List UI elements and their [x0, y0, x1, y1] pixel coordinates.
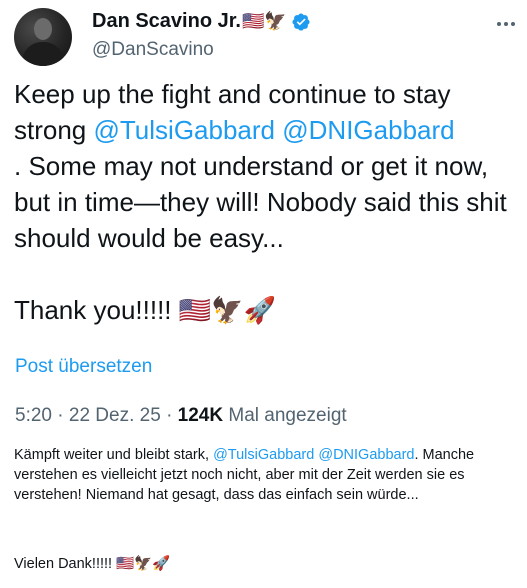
tweet-meta: 5:20 · 22 Dez. 25 · 124K Mal angezeigt — [15, 405, 347, 427]
views-label: Mal angezeigt — [228, 405, 347, 426]
translation-text-part: Kämpft weiter und bleibt stark, — [14, 447, 214, 463]
mention-link[interactable]: @TulsiGabbard — [94, 115, 276, 145]
translate-post-link[interactable]: Post übersetzen — [15, 356, 152, 378]
display-name[interactable]: Dan Scavino Jr. — [92, 10, 241, 33]
tweet-text-part: . Some may not understand or get it now,… — [14, 151, 507, 325]
verified-badge-icon — [292, 12, 310, 31]
tweet-header: Dan Scavino Jr. 🇺🇸🦅 @DanScavino — [14, 6, 519, 66]
translation-thanks: Vielen Dank!!!!! 🇺🇸🦅🚀 — [14, 556, 171, 572]
more-options-icon[interactable] — [495, 14, 517, 34]
name-emojis: 🇺🇸🦅 — [241, 11, 287, 31]
post-date[interactable]: 22 Dez. 25 — [69, 405, 161, 426]
author-handle[interactable]: @DanScavino — [92, 39, 214, 61]
post-time[interactable]: 5:20 — [15, 405, 52, 426]
author-name-row[interactable]: Dan Scavino Jr. 🇺🇸🦅 — [92, 10, 311, 33]
separator-dot: · — [57, 405, 64, 426]
separator-dot: · — [166, 405, 173, 426]
mention-link[interactable]: @DNIGabbard — [282, 115, 454, 145]
avatar[interactable] — [14, 8, 72, 66]
tweet-text: Keep up the fight and continue to stay s… — [14, 76, 520, 328]
translation-text: Kämpft weiter und bleibt stark, @TulsiGa… — [14, 445, 522, 505]
views-count[interactable]: 124K — [178, 405, 223, 426]
mention-link[interactable]: @TulsiGabbard — [213, 447, 314, 463]
mention-link[interactable]: @DNIGabbard — [318, 447, 414, 463]
